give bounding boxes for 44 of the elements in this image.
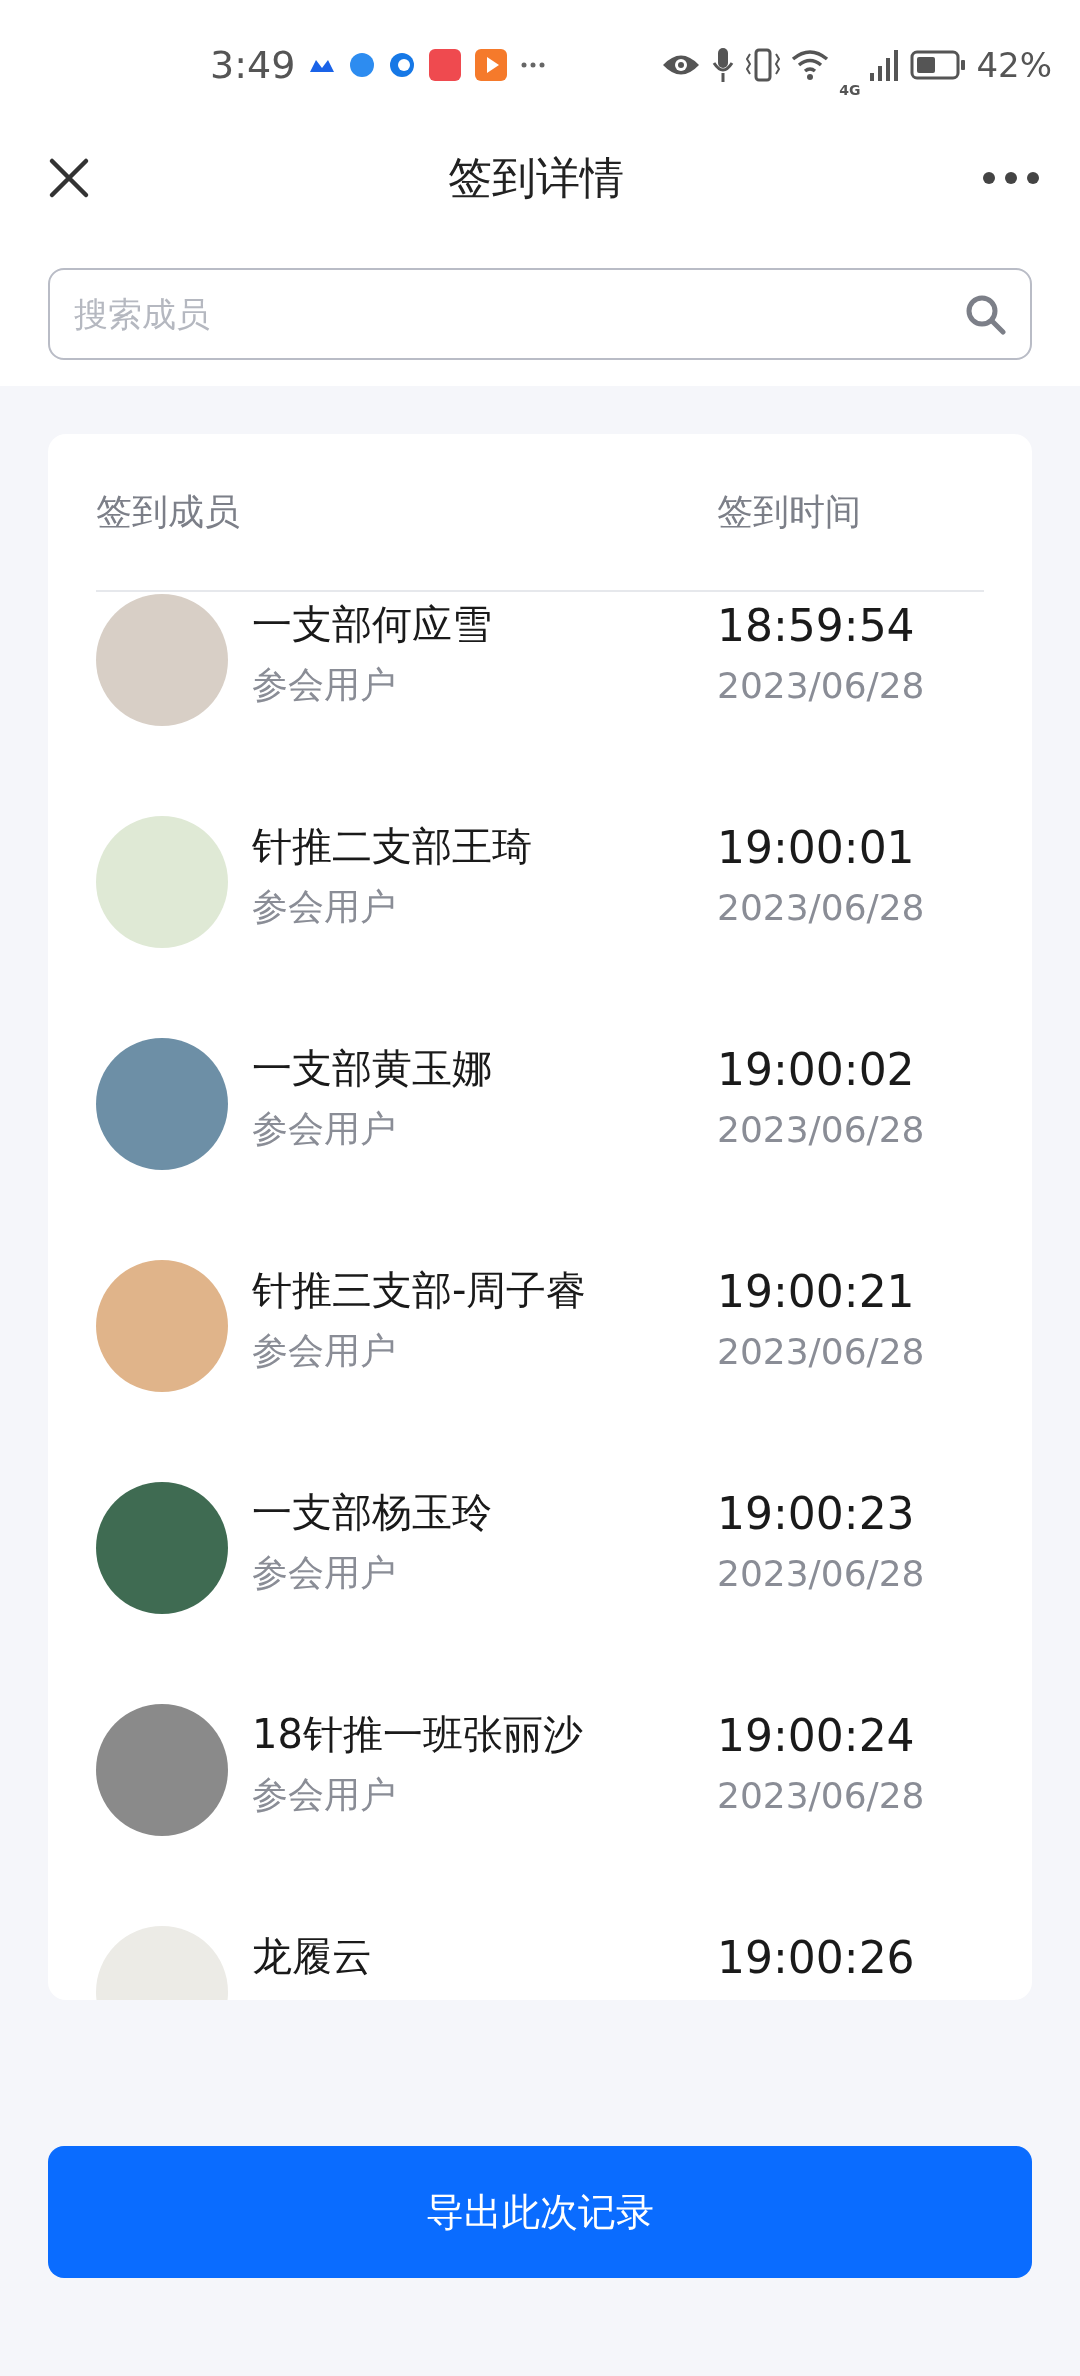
play-icon	[475, 49, 508, 81]
check-in-time: 19:00:24	[717, 1709, 916, 1763]
more-icon	[521, 62, 546, 68]
column-header: 签到成员	[96, 490, 240, 532]
member-name: 18针推一班张丽沙	[252, 1710, 584, 1759]
search-field[interactable]: 搜索成员	[48, 268, 1032, 360]
signal-icon	[870, 49, 901, 81]
wifi-icon	[791, 49, 830, 81]
member-name: 一支部何应雪	[252, 600, 493, 649]
more-icon[interactable]	[982, 171, 1040, 185]
member-name: 龙履云	[252, 1932, 373, 1981]
check-in-time: 19:00:21	[717, 1265, 916, 1319]
check-in-date: 2023/06/28	[717, 664, 926, 708]
check-in-date: 2023/06/28	[717, 1108, 926, 1152]
member-role: 参会用户	[252, 1107, 397, 1151]
page-title: 签到详情	[448, 150, 624, 205]
close-icon[interactable]	[48, 157, 90, 199]
check-in-date: 2023/06/28	[717, 1330, 926, 1374]
check-in-time: 19:00:02	[717, 1043, 916, 1097]
member-role: 参会用户	[252, 1551, 397, 1595]
check-in-date: 2023/06/28	[717, 886, 926, 930]
export-button[interactable]: 导出此次记录	[48, 2146, 1032, 2278]
check-in-date: 2023/06/28	[717, 1774, 926, 1818]
check-in-time: 18:59:54	[717, 599, 916, 653]
member-role: 参会用户	[252, 885, 397, 929]
member-name: 针推二支部王琦	[252, 822, 533, 871]
member-role: 参会用户	[252, 663, 397, 707]
member-role: 参会用户	[252, 1773, 397, 1817]
member-role: 参会用户	[252, 1329, 397, 1373]
member-name: 针推三支部-周子睿	[252, 1266, 588, 1315]
member-name: 一支部黄玉娜	[252, 1044, 493, 1093]
column-header: 签到时间	[717, 490, 861, 532]
status-time: 3:49	[210, 43, 296, 87]
network-type-label: 4G	[839, 82, 861, 98]
battery-icon	[910, 50, 967, 80]
check-in-time: 19:00:26	[717, 1931, 916, 1985]
member-name: 一支部杨玉玲	[252, 1488, 493, 1537]
microphone-icon	[711, 47, 736, 83]
check-in-time: 19:00:23	[717, 1487, 916, 1541]
battery-percentage: 42%	[976, 45, 1052, 85]
search-icon	[964, 293, 1006, 335]
check-in-time: 19:00:01	[717, 821, 916, 875]
vibrate-icon	[745, 48, 782, 82]
check-in-date: 2023/06/28	[717, 1552, 926, 1596]
